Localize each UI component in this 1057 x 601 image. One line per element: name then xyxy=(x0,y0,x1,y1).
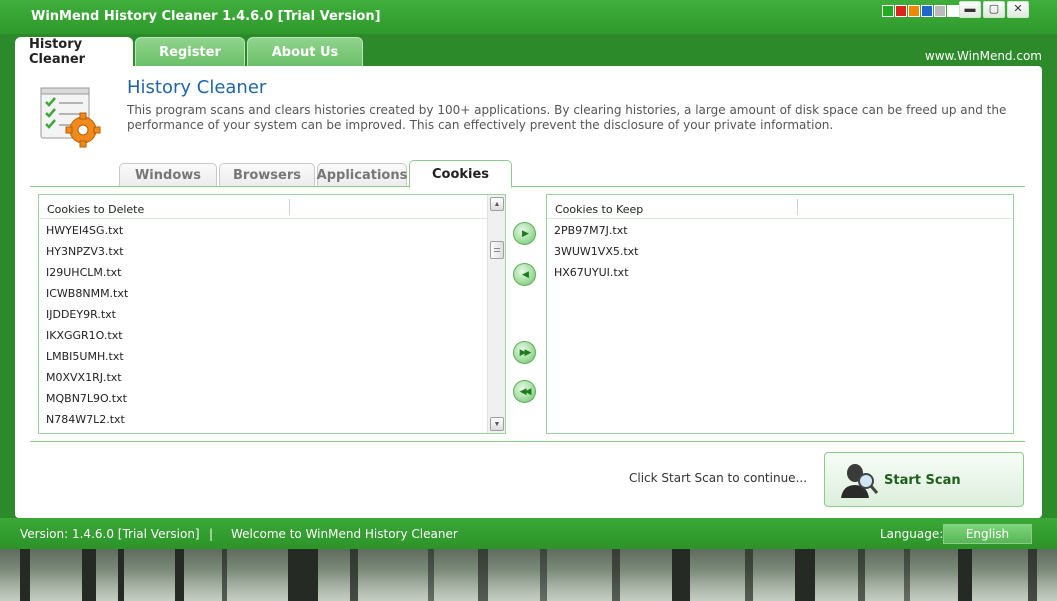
welcome-text: Welcome to WinMend History Cleaner xyxy=(231,527,458,541)
vertical-scrollbar[interactable]: ▲ ▼ xyxy=(487,195,505,433)
list-item[interactable]: HWYEI4SG.txt xyxy=(39,219,505,240)
cookies-to-delete-list[interactable]: Cookies to Delete HWYEI4SG.txt HY3NPZV3.… xyxy=(38,194,506,434)
window-title: WinMend History Cleaner 1.4.6.0 [Trial V… xyxy=(31,9,381,24)
tab-browsers[interactable]: Browsers xyxy=(219,163,315,187)
cookies-to-keep-list[interactable]: Cookies to Keep 2PB97M7J.txt 3WUW1VX5.tx… xyxy=(546,194,1014,434)
checklist-gear-icon xyxy=(40,87,101,148)
move-all-left-button[interactable]: ◀◀ xyxy=(513,380,536,403)
skin-orange[interactable] xyxy=(908,5,920,17)
list-item[interactable]: HY3NPZV3.txt xyxy=(39,240,505,261)
scroll-thumb[interactable] xyxy=(490,241,504,259)
main-panel: History Cleaner This program scans and c… xyxy=(15,66,1042,518)
scroll-down-button[interactable]: ▼ xyxy=(490,417,504,431)
page-title: History Cleaner xyxy=(127,77,267,98)
skin-green[interactable] xyxy=(882,5,894,17)
move-all-right-button[interactable]: ▶▶ xyxy=(513,341,536,364)
column-divider xyxy=(289,199,290,215)
list-item[interactable]: IKXGGR1O.txt xyxy=(39,324,505,345)
list-item[interactable]: N784W7L2.txt xyxy=(39,408,505,429)
list-item[interactable]: ICWB8NMM.txt xyxy=(39,282,505,303)
list-item[interactable]: MQBN7L9O.txt xyxy=(39,387,505,408)
list-item[interactable]: M0XVX1RJ.txt xyxy=(39,366,505,387)
language-label: Language: xyxy=(880,527,944,541)
tab-history-cleaner[interactable]: History Cleaner xyxy=(15,37,133,67)
tab-divider xyxy=(30,186,1025,187)
skin-gray[interactable] xyxy=(934,5,946,17)
move-left-button[interactable]: ◀ xyxy=(513,263,536,286)
tab-applications[interactable]: Applications xyxy=(317,163,407,187)
skin-white[interactable] xyxy=(947,5,959,17)
start-scan-label: Start Scan xyxy=(884,473,961,488)
minimize-button[interactable]: ▬ xyxy=(959,1,981,18)
tab-register[interactable]: Register xyxy=(135,37,245,66)
list-item[interactable]: LMBI5UMH.txt xyxy=(39,345,505,366)
tab-about-us[interactable]: About Us xyxy=(247,37,363,66)
section-divider xyxy=(30,441,1025,442)
status-separator: | xyxy=(209,527,214,541)
list-header: Cookies to Delete xyxy=(39,195,505,219)
tab-windows[interactable]: Windows xyxy=(119,163,217,187)
status-bar: Version: 1.4.6.0 [Trial Version] | Welco… xyxy=(0,518,1057,549)
main-tabs: History Cleaner Register About Us xyxy=(15,37,365,67)
column-header-delete[interactable]: Cookies to Delete xyxy=(47,203,144,216)
scroll-up-button[interactable]: ▲ xyxy=(490,197,504,211)
category-tabs: Windows Browsers Applications Cookies xyxy=(119,160,514,188)
forest-background xyxy=(0,549,1057,601)
version-text: Version: 1.4.6.0 [Trial Version] xyxy=(20,527,200,541)
skin-red[interactable] xyxy=(895,5,907,17)
list-item[interactable]: HX67UYUI.txt xyxy=(547,261,1013,282)
move-right-button[interactable]: ▶ xyxy=(513,222,536,245)
column-divider xyxy=(797,199,798,215)
column-header-keep[interactable]: Cookies to Keep xyxy=(555,203,643,216)
skin-color-picker xyxy=(882,5,959,17)
close-button[interactable]: ✕ xyxy=(1007,1,1029,18)
page-description: This program scans and clears histories … xyxy=(127,103,1007,132)
start-scan-button[interactable]: Start Scan xyxy=(824,452,1024,507)
status-hint: Click Start Scan to continue... xyxy=(629,471,808,485)
language-select[interactable]: English xyxy=(943,524,1032,544)
list-header: Cookies to Keep xyxy=(547,195,1013,219)
skin-blue[interactable] xyxy=(921,5,933,17)
maximize-button[interactable]: ▢ xyxy=(983,1,1005,18)
website-link[interactable]: www.WinMend.com xyxy=(925,49,1042,63)
scan-person-magnifier-icon xyxy=(841,464,879,498)
title-bar: WinMend History Cleaner 1.4.6.0 [Trial V… xyxy=(0,0,1057,34)
list-item[interactable]: 2PB97M7J.txt xyxy=(547,219,1013,240)
tab-cookies[interactable]: Cookies xyxy=(409,160,512,188)
list-item[interactable]: IJDDEY9R.txt xyxy=(39,303,505,324)
list-item[interactable]: I29UHCLM.txt xyxy=(39,261,505,282)
list-item[interactable]: 3WUW1VX5.txt xyxy=(547,240,1013,261)
